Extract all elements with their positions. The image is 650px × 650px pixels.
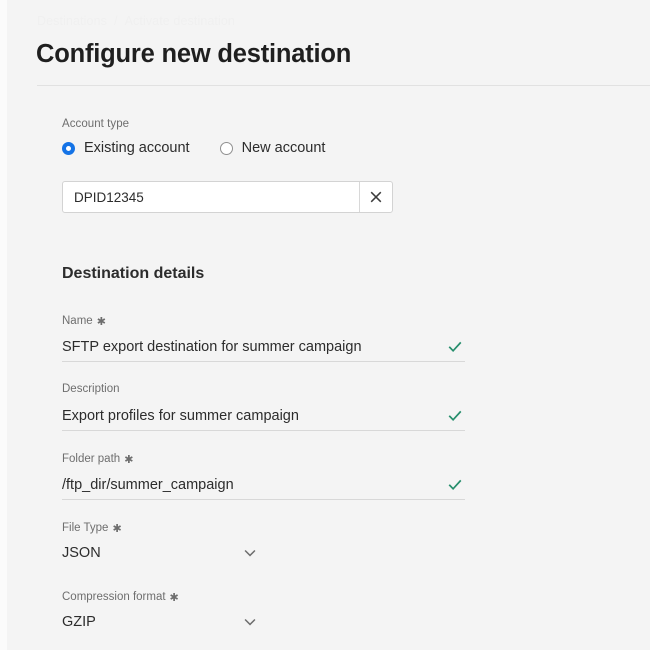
account-type-label: Account type (62, 118, 130, 130)
account-combobox-value[interactable]: DPID12345 (63, 182, 359, 212)
field-file-type-picker[interactable]: JSON (62, 540, 262, 566)
field-folder-path-value: /ftp_dir/summer_campaign (62, 476, 234, 493)
breadcrumb-separator: / (114, 14, 118, 28)
field-name-valid-icon (447, 339, 463, 355)
radio-new-account[interactable]: New account (219, 140, 326, 156)
header-divider (37, 85, 650, 86)
field-description-input[interactable]: Export profiles for summer campaign (62, 402, 465, 429)
required-asterisk-icon: ✱ (112, 523, 122, 535)
checkmark-icon (448, 410, 462, 421)
close-icon (370, 191, 382, 203)
field-name-label: Name ✱ (62, 315, 106, 328)
field-folder-path-valid-icon (447, 477, 463, 493)
breadcrumb[interactable]: Destinations / Activate destination (37, 14, 235, 28)
destination-details-heading: Destination details (62, 265, 205, 282)
clear-account-button[interactable] (359, 182, 392, 212)
required-asterisk-icon: ✱ (96, 316, 106, 328)
radio-existing-account[interactable]: Existing account (62, 140, 190, 156)
field-description-value: Export profiles for summer campaign (62, 407, 299, 424)
required-asterisk-icon: ✱ (124, 454, 134, 466)
page-title: Configure new destination (36, 40, 352, 68)
field-file-type-chevron[interactable] (243, 546, 257, 560)
left-edge-strip (0, 0, 7, 650)
radio-unselected-icon (219, 141, 233, 155)
field-folder-path-input[interactable]: /ftp_dir/summer_campaign (62, 471, 465, 498)
configure-destination-page: Destinations / Activate destination Config… (0, 0, 650, 650)
chevron-down-icon (244, 549, 256, 557)
field-compression-format-label: Compression format ✱ (62, 591, 179, 604)
field-compression-format-value: GZIP (62, 614, 96, 630)
field-compression-format-picker[interactable]: GZIP (62, 609, 262, 635)
field-name-value: SFTP export destination for summer campa… (62, 338, 362, 355)
radio-new-account-label: New account (241, 140, 326, 156)
field-description-label: Description (62, 383, 120, 395)
field-name-underline (62, 361, 465, 362)
radio-existing-account-label: Existing account (84, 140, 190, 156)
field-folder-path-label: Folder path ✱ (62, 453, 134, 466)
account-combobox[interactable]: DPID12345 (62, 181, 393, 213)
field-folder-path-underline (62, 499, 465, 500)
field-compression-format-chevron[interactable] (243, 615, 257, 629)
field-file-type-label: File Type ✱ (62, 522, 122, 535)
radio-selected-icon (62, 141, 75, 155)
checkmark-icon (448, 479, 462, 490)
account-type-radio-group[interactable]: Existing account New account (62, 140, 355, 156)
field-file-type-value: JSON (62, 545, 101, 561)
field-description-valid-icon (447, 408, 463, 424)
field-name-input[interactable]: SFTP export destination for summer campa… (62, 333, 465, 360)
checkmark-icon (448, 341, 462, 352)
required-asterisk-icon: ✱ (169, 592, 179, 604)
breadcrumb-item-activate-destination[interactable]: Activate destination (125, 14, 235, 28)
chevron-down-icon (244, 618, 256, 626)
breadcrumb-item-destinations[interactable]: Destinations (37, 14, 107, 28)
field-description-underline (62, 430, 465, 431)
